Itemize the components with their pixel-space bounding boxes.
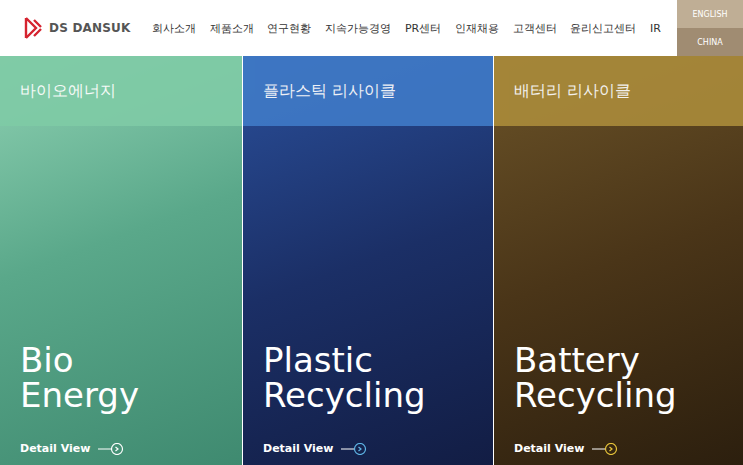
panel-title: PlasticRecycling [263,343,473,414]
nav-item[interactable]: 지속가능경영 [325,21,391,36]
logo-text[interactable]: DS DANSUK [49,21,131,35]
panel-label: 바이오에너지 [20,81,116,102]
panel-body: BatteryRecycling Detail View [494,126,743,465]
panel-title: BioEnergy [20,343,222,414]
business-panel[interactable]: 바이오에너지 BioEnergy Detail View [0,56,242,465]
detail-link[interactable]: Detail View [20,442,222,455]
business-panels: 바이오에너지 BioEnergy Detail View 플라스틱 리사이클 Plast… [0,56,743,465]
language-button[interactable]: CHINA [677,28,743,56]
nav-item[interactable]: 연구현황 [267,21,311,36]
panel-header: 바이오에너지 [0,56,242,126]
detail-link[interactable]: Detail View [263,442,473,455]
panel-body: BioEnergy Detail View [0,126,242,465]
logo[interactable]: DS DANSUK [0,0,150,56]
panel-title: BatteryRecycling [514,343,723,414]
nav-item[interactable]: 고객센터 [513,21,557,36]
nav-item[interactable]: IR [650,22,661,35]
header: DS DANSUK 회사소개 제품소개 연구현황 지속가능경영 PR센터 인재채용 고객센터 윤… [0,0,743,56]
arrow-icon [98,443,124,455]
language-button[interactable]: ENGLISH [677,0,743,28]
panel-body: PlasticRecycling Detail View [243,126,493,465]
nav-item[interactable]: PR센터 [405,21,441,36]
nav-item[interactable]: 인재채용 [455,21,499,36]
nav-item[interactable]: 윤리신고센터 [570,21,636,36]
nav-item[interactable]: 회사소개 [152,21,196,36]
arrow-icon [592,443,618,455]
panel-header: 배터리 리사이클 [494,56,743,126]
main-nav: 회사소개 제품소개 연구현황 지속가능경영 PR센터 인재채용 고객센터 윤리신고센터 IR [150,0,677,56]
panel-header: 플라스틱 리사이클 [243,56,493,126]
business-panel[interactable]: 플라스틱 리사이클 PlasticRecycling Detail View [243,56,493,465]
arrow-icon [341,443,367,455]
logo-mark-icon [22,16,44,40]
language-switch: ENGLISHCHINA [677,0,743,56]
panel-label: 배터리 리사이클 [514,81,631,102]
nav-item[interactable]: 제품소개 [210,21,254,36]
page: DS DANSUK 회사소개 제품소개 연구현황 지속가능경영 PR센터 인재채용 고객센터 윤… [0,0,743,465]
business-panel[interactable]: 배터리 리사이클 BatteryRecycling Detail View [494,56,743,465]
panel-label: 플라스틱 리사이클 [263,81,396,102]
detail-link[interactable]: Detail View [514,442,723,455]
